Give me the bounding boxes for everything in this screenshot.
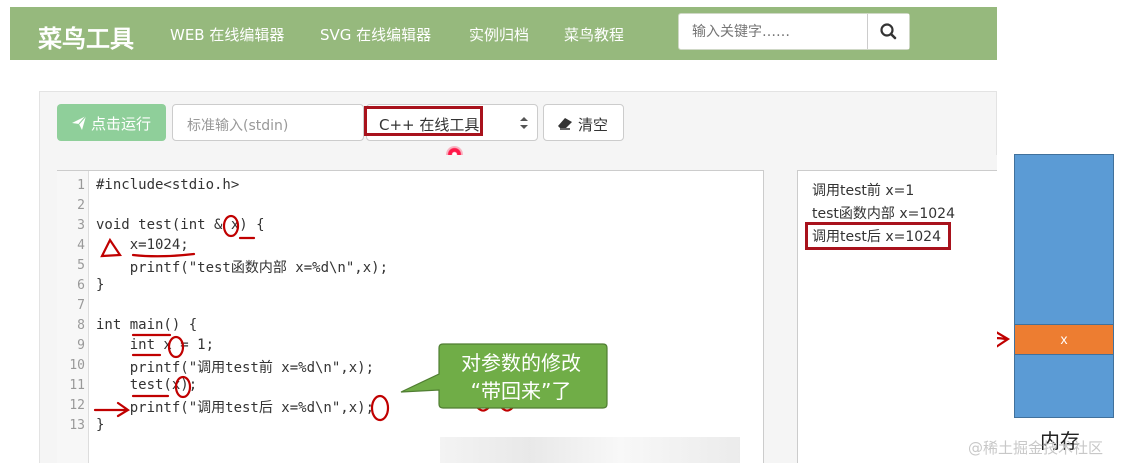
output-line: 调用test前 x=1 — [812, 183, 915, 199]
memory-cell-label: x — [1060, 331, 1068, 347]
watermark: @稀土掘金技术社区 — [968, 439, 1104, 457]
memory-block — [1014, 154, 1114, 418]
callout-line-2: “带回来”了 — [470, 379, 572, 403]
callout-line-1: 对参数的修改 — [461, 351, 581, 375]
output-line: test函数内部 x=1024 — [812, 206, 955, 222]
output-highlight-box — [805, 222, 951, 250]
blurred-region — [440, 437, 740, 463]
